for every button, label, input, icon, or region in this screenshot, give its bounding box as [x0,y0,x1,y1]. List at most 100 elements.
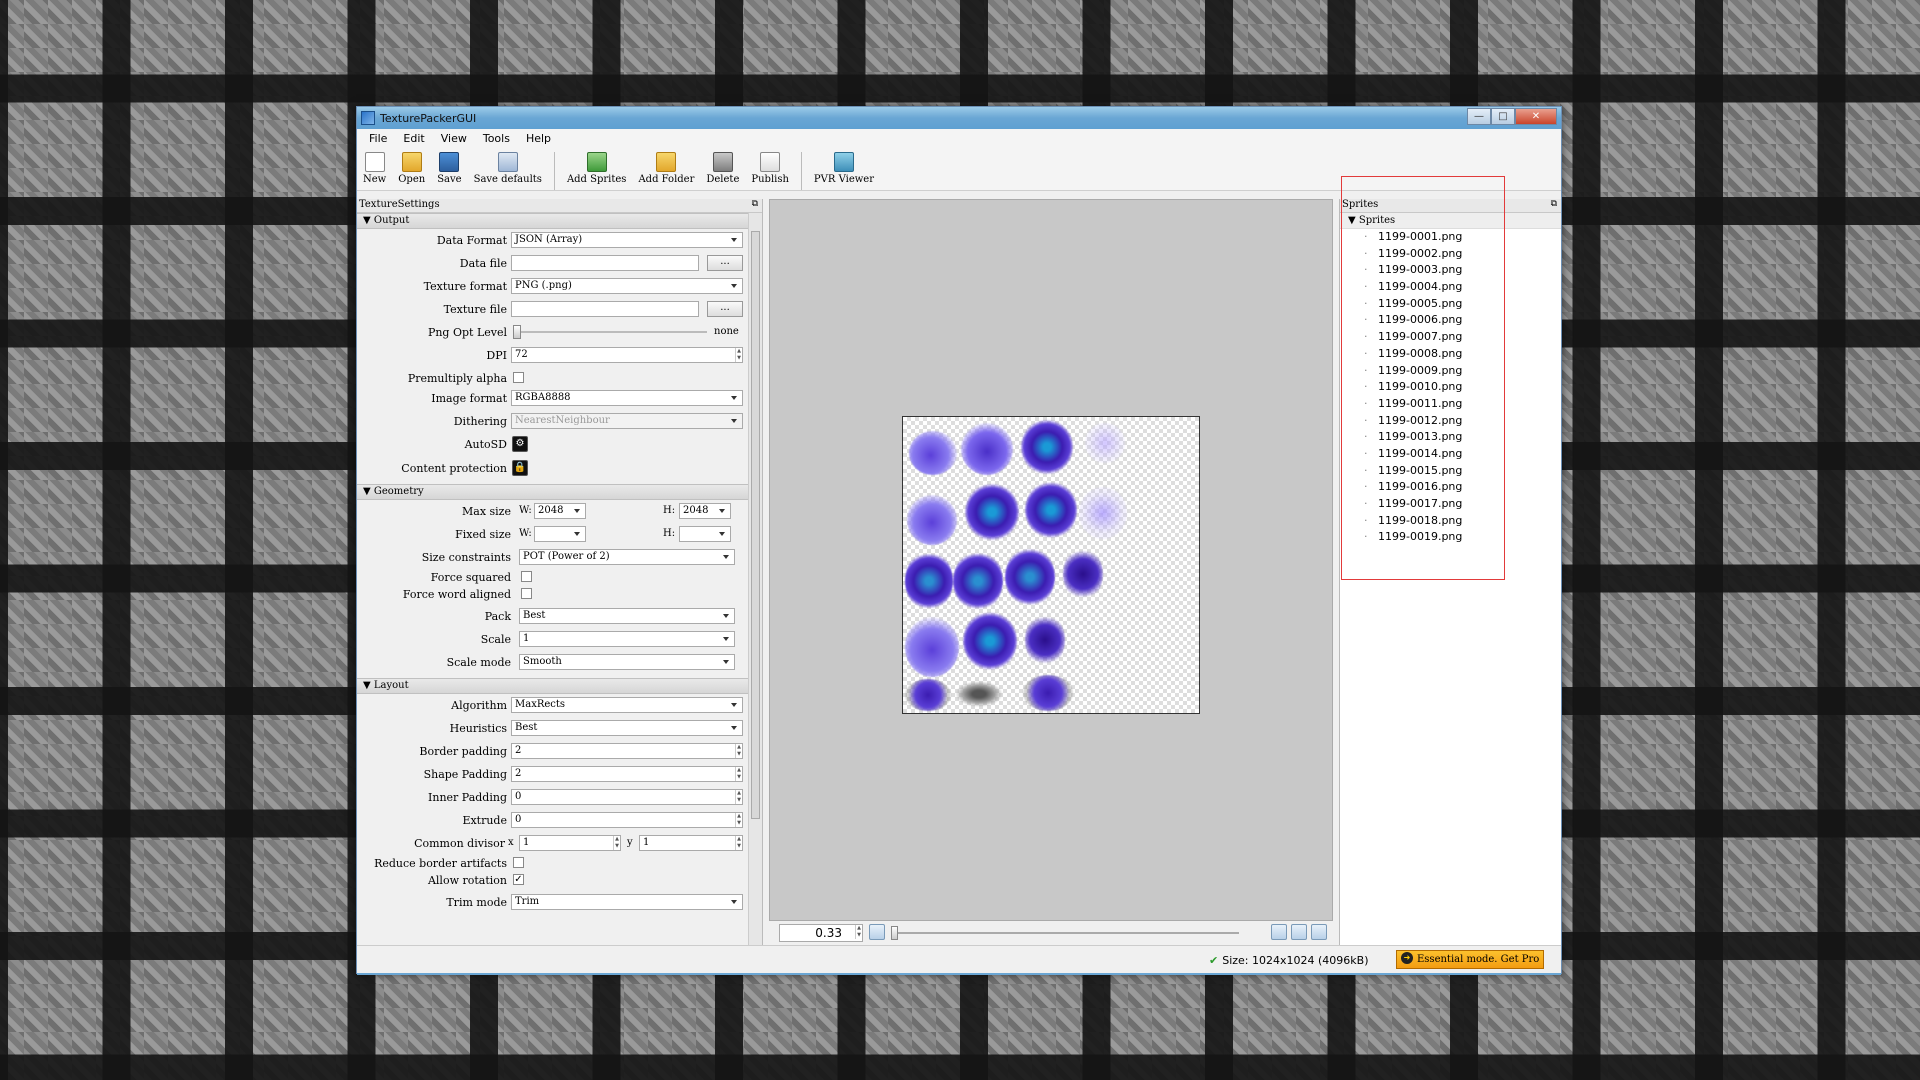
texture-file-input[interactable] [511,301,699,317]
texture-format-select[interactable]: PNG (.png) [511,278,743,294]
settings-scrollbar-thumb[interactable] [751,231,760,819]
autosd-label: AutoSD [464,438,507,451]
extrude-label: Extrude [462,814,507,827]
data-file-input[interactable] [511,255,699,271]
texture-settings-panel: TextureSettings ⧉ ▼ Output Data Format JSO… [357,199,763,945]
save-defaults-label: Save defaults [473,174,542,185]
menu-bar: File Edit View Tools Help [357,129,1561,147]
sprite-thumbnail [1025,481,1077,539]
menu-edit[interactable]: Edit [395,132,432,145]
common-x-label: x [508,837,514,848]
row-inner-padding: Inner Padding 0 [357,786,749,809]
section-layout-label: Layout [373,680,409,691]
menu-tools[interactable]: Tools [475,132,518,145]
minimize-button[interactable]: — [1467,108,1491,125]
toolbar-separator [553,152,555,190]
force-squared-checkbox[interactable] [521,571,532,582]
common-divisor-y-spinbox[interactable]: 1 [639,835,743,851]
delete-button[interactable]: Delete [700,152,745,185]
zoom-in-icon[interactable] [1271,924,1287,940]
size-constraints-select[interactable]: POT (Power of 2) [519,549,735,565]
add-sprites-button[interactable]: Add Sprites [561,152,633,185]
title-bar: TexturePackerGUI — □ ✕ [357,107,1561,129]
sprite-thumbnail [1079,487,1127,539]
row-autosd: AutoSD ⚙ [357,433,749,457]
get-pro-button[interactable]: Essential mode. Get Pro [1396,950,1544,969]
common-divisor-x-spinbox[interactable]: 1 [519,835,621,851]
new-file-icon [364,152,385,172]
add-folder-button[interactable]: Add Folder [632,152,700,185]
row-size-constraints: Size constraints POT (Power of 2) [357,546,749,569]
save-button[interactable]: Save [431,152,467,185]
section-output[interactable]: ▼ Output [357,213,749,229]
max-w-label: W: [519,505,532,516]
menu-view[interactable]: View [433,132,475,145]
sprite-atlas-preview [902,416,1200,714]
row-border-padding: Border padding 2 [357,740,749,763]
zoom-spinbox[interactable]: 0.33 [779,924,863,942]
max-width-select[interactable]: 2048 [534,503,586,519]
menu-help[interactable]: Help [518,132,559,145]
trash-icon [712,152,733,172]
section-geometry[interactable]: ▼ Geometry [357,484,749,500]
zoom-out-icon[interactable] [1291,924,1307,940]
maximize-button[interactable]: □ [1491,108,1515,125]
texture-file-browse-button[interactable]: ... [707,301,743,317]
allow-rotation-label: Allow rotation [427,874,507,887]
settings-scrollbar[interactable] [748,213,762,945]
zoom-reset-icon[interactable] [1311,924,1327,940]
force-word-checkbox[interactable] [521,588,532,599]
algorithm-select[interactable]: MaxRects [511,697,743,713]
close-button[interactable]: ✕ [1515,108,1557,125]
png-opt-slider[interactable] [513,325,707,339]
fixed-height-select[interactable] [679,526,731,542]
float-panel-icon[interactable]: ⧉ [1551,199,1557,209]
publish-button[interactable]: Publish [745,152,795,185]
pvr-viewer-button[interactable]: PVR Viewer [808,152,880,185]
sprite-thumbnail [961,423,1013,475]
common-y-label: y [627,837,633,848]
zoom-fit-icon[interactable] [869,924,885,940]
png-opt-slider-handle[interactable] [513,325,521,339]
status-bar: ✔Size: 1024x1024 (4096kB) Essential mode… [357,945,1561,973]
allow-rotation-checkbox[interactable]: ✓ [513,874,524,885]
premultiply-checkbox[interactable] [513,372,524,383]
premultiply-label: Premultiply alpha [407,372,507,385]
lock-icon[interactable]: 🔒 [512,460,528,476]
open-button[interactable]: Open [392,152,431,185]
float-panel-icon[interactable]: ⧉ [752,199,758,209]
extrude-spinbox[interactable]: 0 [511,812,743,828]
max-height-select[interactable]: 2048 [679,503,731,519]
scale-mode-select[interactable]: Smooth [519,654,735,670]
zoom-slider[interactable] [891,926,1239,940]
scale-select[interactable]: 1 [519,631,735,647]
preview-canvas[interactable] [769,199,1333,921]
sprite-thumbnail [1023,675,1073,711]
fixed-h-label: H: [663,528,676,539]
zoom-slider-handle[interactable] [891,926,898,940]
heuristics-select[interactable]: Best [511,720,743,736]
save-defaults-button[interactable]: Save defaults [468,152,548,185]
gear-icon[interactable]: ⚙ [512,436,528,452]
row-pack: Pack Best [357,605,749,628]
row-force-squared: Force squared [357,569,749,586]
reduce-border-checkbox[interactable] [513,857,524,868]
data-format-select[interactable]: JSON (Array) [511,232,743,248]
section-layout[interactable]: ▼ Layout [357,678,749,694]
inner-padding-spinbox[interactable]: 0 [511,789,743,805]
data-file-label: Data file [459,257,507,270]
fixed-width-select[interactable] [534,526,586,542]
sprite-thumbnail [905,551,953,611]
data-file-browse-button[interactable]: ... [707,255,743,271]
section-geometry-label: Geometry [373,486,424,497]
add-folder-label: Add Folder [638,174,695,185]
border-padding-label: Border padding [419,745,507,758]
new-button[interactable]: New [357,152,392,185]
trim-mode-select[interactable]: Trim [511,894,743,910]
border-padding-spinbox[interactable]: 2 [511,743,743,759]
shape-padding-spinbox[interactable]: 2 [511,766,743,782]
menu-file[interactable]: File [361,132,395,145]
pack-select[interactable]: Best [519,608,735,624]
image-format-select[interactable]: RGBA8888 [511,390,743,406]
dpi-spinbox[interactable]: 72 [511,347,743,363]
